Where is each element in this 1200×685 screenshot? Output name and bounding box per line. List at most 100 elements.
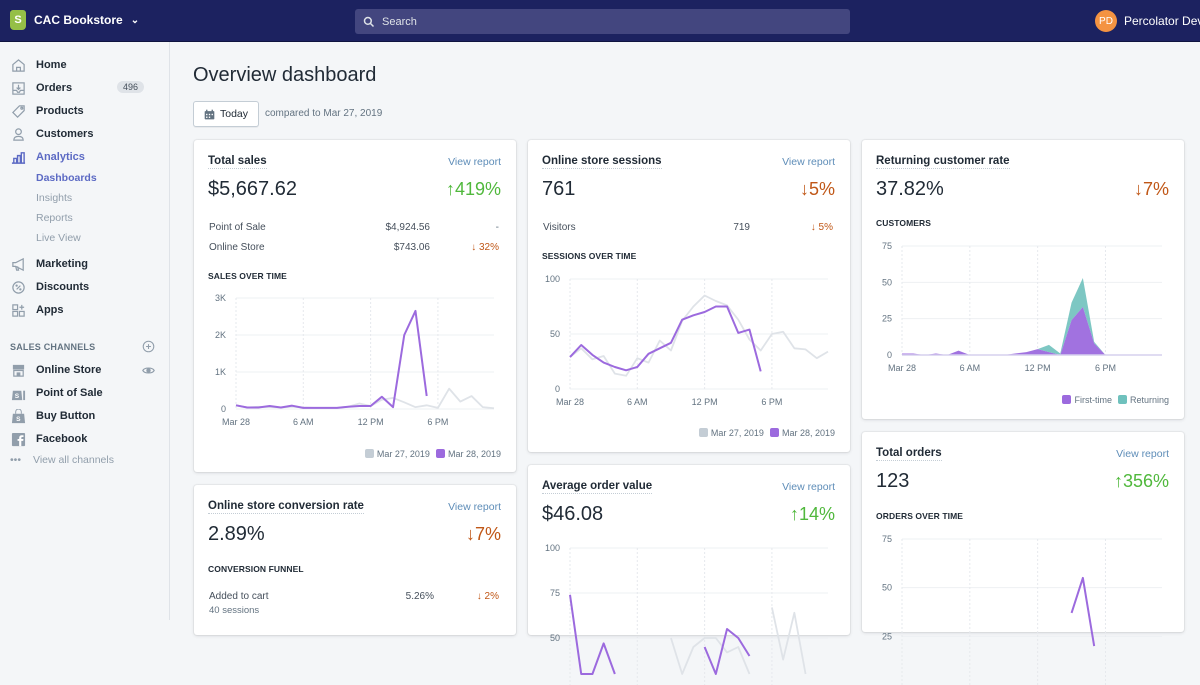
- legend-item-current: Mar 28, 2019: [435, 449, 501, 459]
- y-tick-label: 1K: [215, 367, 226, 377]
- legend-label: Mar 27, 2019: [376, 449, 430, 459]
- chart-heading: SALES OVER TIME: [208, 271, 287, 281]
- sidebar-item-label: Customers: [36, 128, 94, 140]
- x-tick-label: 6 AM: [293, 417, 314, 427]
- sidebar-channel-facebook[interactable]: Facebook: [10, 430, 160, 448]
- y-tick-label: 50: [550, 633, 560, 643]
- chart-legend: Mar 27, 2019 Mar 28, 2019: [364, 449, 501, 459]
- card-title[interactable]: Online store conversion rate: [208, 500, 364, 514]
- sidebar-item-label: Products: [36, 105, 84, 117]
- x-tick-label: 6 AM: [627, 397, 648, 407]
- change-indicator: ↑356%: [1113, 471, 1169, 491]
- view-report-link[interactable]: View report: [1116, 448, 1169, 460]
- sidebar-item-products[interactable]: Products: [10, 102, 160, 120]
- conversion-rate-card: Online store conversion rate View report…: [194, 485, 516, 635]
- x-tick-label: 6 PM: [761, 397, 782, 407]
- chart-heading: CUSTOMERS: [876, 218, 932, 228]
- sidebar-item-label: Facebook: [36, 433, 88, 445]
- date-range-label: Today: [219, 108, 249, 120]
- svg-text:S: S: [16, 416, 21, 423]
- sidebar-item-orders[interactable]: Orders 496: [10, 79, 160, 97]
- chart-heading: CONVERSION FUNNEL: [208, 564, 304, 574]
- sidebar-item-label: Buy Button: [36, 410, 96, 422]
- sidebar-subitem-dashboards[interactable]: Dashboards: [36, 172, 97, 184]
- row-change: -: [495, 222, 499, 233]
- sidebar-subitem-live-view[interactable]: Live View: [36, 232, 81, 244]
- view-report-link[interactable]: View report: [448, 501, 501, 513]
- sidebar-subitem-insights[interactable]: Insights: [36, 192, 72, 204]
- sidebar-item-customers[interactable]: Customers: [10, 125, 160, 143]
- y-tick-label: 50: [882, 277, 892, 287]
- funnel-step-rate: 5.26%: [405, 591, 434, 602]
- y-tick-label: 25: [882, 631, 892, 641]
- legend-item-previous: Mar 27, 2019: [698, 428, 764, 438]
- funnel-step-change: ↓ 2%: [476, 591, 499, 602]
- view-all-channels-label: View all channels: [33, 454, 114, 466]
- sidebar-item-label: Online Store: [36, 364, 102, 376]
- avatar: PD: [1095, 10, 1117, 32]
- sales-over-time-chart: 0 1K 2K 3K Mar 28 6 AM 12 PM 6 PM: [215, 293, 495, 427]
- customers-chart: 0 25 50 75 Mar 28 6 AM 12 PM 6 PM: [882, 241, 1162, 373]
- sidebar-item-analytics[interactable]: Analytics: [10, 148, 160, 166]
- sidebar-item-home[interactable]: Home: [10, 56, 160, 74]
- sales-channels-heading: SALES CHANNELS: [10, 342, 96, 352]
- chart-heading: SESSIONS OVER TIME: [542, 251, 637, 261]
- home-icon: [10, 57, 26, 73]
- card-title[interactable]: Online store sessions: [542, 155, 662, 169]
- sidebar-item-label: Discounts: [36, 281, 90, 293]
- legend-item-first-time: First-time: [1062, 395, 1112, 405]
- search-bar[interactable]: [355, 9, 850, 34]
- store-switcher[interactable]: S CAC Bookstore ⌄: [10, 10, 139, 30]
- search-input[interactable]: [382, 15, 822, 28]
- pos-bag-icon: S: [10, 385, 26, 401]
- bar-chart-icon: [10, 149, 26, 165]
- sidebar-item-marketing[interactable]: Marketing: [10, 255, 160, 273]
- x-tick-label: 12 PM: [358, 417, 384, 427]
- sidebar-channel-buy-button[interactable]: S Buy Button: [10, 407, 160, 425]
- sidebar-item-discounts[interactable]: Discounts: [10, 278, 160, 296]
- view-report-link[interactable]: View report: [782, 481, 835, 493]
- aov-chart: 50 75 100: [545, 543, 828, 685]
- view-report-link[interactable]: View report: [782, 156, 835, 168]
- sidebar-subitem-reports[interactable]: Reports: [36, 212, 73, 224]
- conversion-rate-value: 2.89%: [208, 523, 265, 545]
- row-value: 719: [733, 222, 750, 233]
- sidebar-channel-point-of-sale[interactable]: S Point of Sale: [10, 384, 160, 402]
- legend-label: First-time: [1074, 395, 1112, 405]
- returning-rate-value: 37.82%: [876, 178, 944, 200]
- card-title[interactable]: Returning customer rate: [876, 155, 1010, 169]
- sidebar-item-label: Point of Sale: [36, 387, 103, 399]
- area-returning: [902, 277, 1162, 355]
- row-label: Online Store: [209, 242, 265, 253]
- date-range-button[interactable]: Today: [193, 101, 259, 127]
- view-report-link[interactable]: View report: [448, 156, 501, 168]
- legend-label: Mar 28, 2019: [781, 428, 835, 438]
- discount-icon: [10, 279, 26, 295]
- x-tick-label: Mar 28: [556, 397, 584, 407]
- sessions-value: 761: [542, 178, 576, 200]
- y-tick-label: 2K: [215, 330, 226, 340]
- x-tick-label: 6 PM: [1095, 363, 1116, 373]
- page-scrollbar[interactable]: [1193, 42, 1200, 620]
- row-label: Visitors: [543, 222, 576, 233]
- legend-swatch: [1062, 395, 1072, 404]
- sidebar-channel-online-store[interactable]: Online Store: [10, 361, 160, 379]
- view-all-channels-link[interactable]: ••• View all channels: [10, 454, 114, 466]
- orders-icon: [10, 80, 26, 96]
- card-title[interactable]: Total sales: [208, 155, 267, 169]
- eye-icon[interactable]: [142, 364, 155, 377]
- orders-value: 123: [876, 470, 910, 492]
- y-tick-label: 100: [545, 274, 560, 284]
- sidebar-item-apps[interactable]: Apps: [10, 301, 160, 319]
- card-title[interactable]: Total orders: [876, 447, 942, 461]
- y-tick-label: 25: [882, 314, 892, 324]
- search-icon: [363, 16, 375, 27]
- add-channel-icon[interactable]: [142, 340, 155, 353]
- card-title[interactable]: Average order value: [542, 480, 653, 494]
- x-tick-label: 6 PM: [427, 417, 448, 427]
- change-indicator: ↓5%: [799, 179, 835, 199]
- user-menu[interactable]: PD Percolator Devs: [1095, 10, 1200, 32]
- x-tick-label: 6 AM: [960, 363, 981, 373]
- aov-value: $46.08: [542, 503, 604, 525]
- legend-item-current: Mar 28, 2019: [769, 428, 835, 438]
